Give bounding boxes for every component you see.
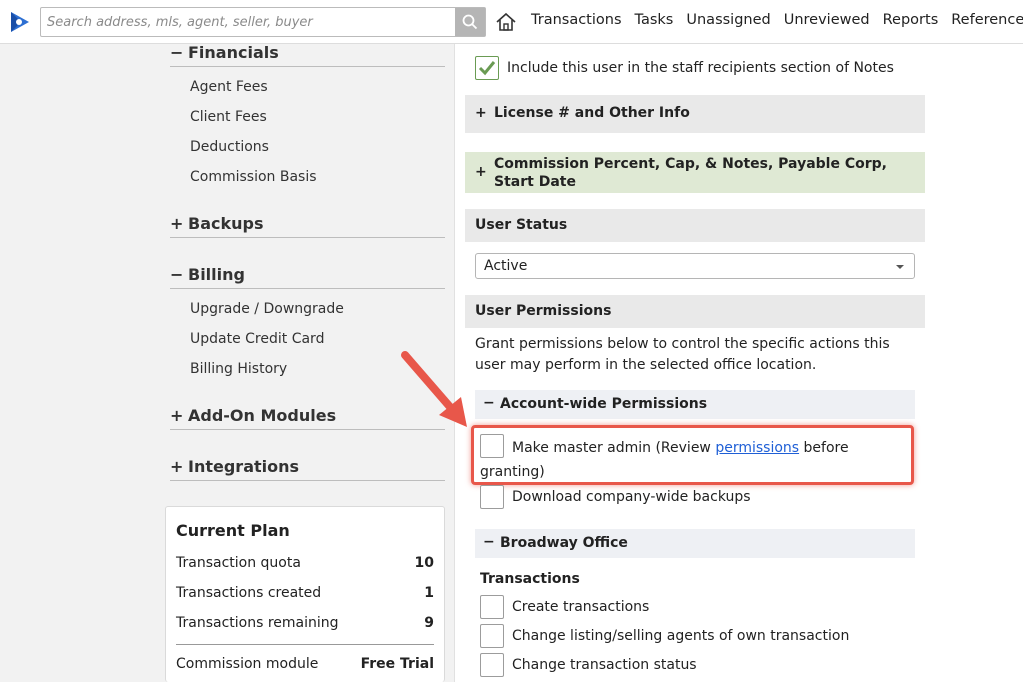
account-wide-label: Account-wide Permissions bbox=[500, 396, 708, 412]
section-label: Backups bbox=[188, 214, 264, 233]
nav-tasks[interactable]: Tasks bbox=[635, 12, 674, 28]
expand-icon: + bbox=[170, 406, 184, 425]
collapse-icon: − bbox=[170, 43, 184, 62]
transactions-heading: Transactions bbox=[480, 571, 580, 587]
change-status-checkbox[interactable] bbox=[480, 653, 504, 677]
nav-reference[interactable]: Reference bbox=[951, 12, 1023, 28]
sidebar-item-upgrade[interactable]: Upgrade / Downgrade bbox=[190, 301, 344, 317]
search-icon bbox=[462, 14, 478, 30]
plan-title: Current Plan bbox=[176, 521, 290, 540]
expand-icon: + bbox=[170, 214, 184, 233]
broadway-office-toggle[interactable]: − Broadway Office bbox=[475, 529, 915, 558]
section-financials[interactable]: − Financials bbox=[170, 43, 445, 67]
top-bar: Transactions Tasks Unassigned Unreviewed… bbox=[0, 0, 1023, 44]
user-permissions-title: User Permissions bbox=[475, 303, 612, 319]
create-transactions-checkbox[interactable] bbox=[480, 595, 504, 619]
change-status-label: Change transaction status bbox=[512, 657, 697, 673]
current-plan-card: Current Plan Transaction quota 10 Transac… bbox=[165, 506, 445, 682]
plan-row-remaining: Transactions remaining 9 bbox=[176, 615, 434, 631]
section-label: Billing bbox=[188, 265, 245, 284]
chevron-down-icon bbox=[896, 265, 904, 269]
change-agents-checkbox[interactable] bbox=[480, 624, 504, 648]
sidebar-item-client-fees[interactable]: Client Fees bbox=[190, 109, 267, 125]
search-box bbox=[40, 7, 486, 37]
commission-section-toggle[interactable]: + Commission Percent, Cap, & Notes, Paya… bbox=[465, 152, 925, 193]
sidebar-item-deductions[interactable]: Deductions bbox=[190, 139, 269, 155]
user-status-header: User Status bbox=[465, 209, 925, 242]
user-status-value: Active bbox=[484, 258, 528, 274]
account-wide-permissions-toggle[interactable]: − Account-wide Permissions bbox=[475, 390, 915, 419]
user-status-title: User Status bbox=[475, 217, 568, 233]
include-staff-checkbox[interactable] bbox=[475, 56, 499, 80]
download-backups-label: Download company-wide backups bbox=[512, 489, 751, 505]
home-icon[interactable] bbox=[495, 11, 517, 33]
collapse-icon: − bbox=[483, 395, 495, 411]
search-button[interactable] bbox=[455, 8, 485, 36]
broadway-office-label: Broadway Office bbox=[500, 535, 628, 551]
download-backups-checkbox[interactable] bbox=[480, 485, 504, 509]
section-label: Integrations bbox=[188, 457, 300, 476]
collapse-icon: − bbox=[170, 265, 184, 284]
section-billing[interactable]: − Billing bbox=[170, 265, 445, 289]
change-agents-label: Change listing/selling agents of own tra… bbox=[512, 628, 850, 644]
expand-icon: + bbox=[475, 105, 487, 121]
section-label: Add-On Modules bbox=[188, 406, 337, 425]
nav-unreviewed[interactable]: Unreviewed bbox=[784, 12, 870, 28]
logo-icon[interactable] bbox=[7, 9, 33, 35]
nav-transactions[interactable]: Transactions bbox=[531, 12, 622, 28]
section-backups[interactable]: + Backups bbox=[170, 214, 445, 238]
collapse-icon: − bbox=[483, 534, 495, 550]
nav-unassigned[interactable]: Unassigned bbox=[686, 12, 770, 28]
sidebar-item-commission-basis[interactable]: Commission Basis bbox=[190, 169, 317, 185]
expand-icon: + bbox=[475, 164, 487, 180]
sidebar-item-agent-fees[interactable]: Agent Fees bbox=[190, 79, 268, 95]
create-transactions-label: Create transactions bbox=[512, 599, 650, 615]
user-permissions-header: User Permissions bbox=[465, 295, 925, 328]
license-section-toggle[interactable]: + License # and Other Info bbox=[465, 95, 925, 133]
include-staff-label: Include this user in the staff recipient… bbox=[507, 60, 894, 76]
checkmark-icon bbox=[478, 61, 496, 76]
plan-divider bbox=[176, 644, 434, 645]
main-nav: Transactions Tasks Unassigned Unreviewed… bbox=[531, 12, 1023, 28]
license-section-label: License # and Other Info bbox=[494, 105, 690, 121]
master-admin-label: Make master admin (Review permissions be… bbox=[480, 440, 849, 480]
annotation-arrow-icon bbox=[401, 351, 467, 427]
commission-section-label: Commission Percent, Cap, & Notes, Payabl… bbox=[494, 156, 887, 190]
section-label: Financials bbox=[188, 43, 279, 62]
nav-reports[interactable]: Reports bbox=[883, 12, 939, 28]
plan-row-created: Transactions created 1 bbox=[176, 585, 434, 601]
plan-row-quota: Transaction quota 10 bbox=[176, 555, 434, 571]
permissions-link[interactable]: permissions bbox=[715, 440, 799, 456]
sidebar-item-update-card[interactable]: Update Credit Card bbox=[190, 331, 324, 347]
expand-icon: + bbox=[170, 457, 184, 476]
search-input[interactable] bbox=[41, 8, 456, 36]
permissions-description: Grant permissions below to control the s… bbox=[475, 336, 890, 373]
sidebar-item-billing-history[interactable]: Billing History bbox=[190, 361, 287, 377]
section-integrations[interactable]: + Integrations bbox=[170, 457, 445, 481]
plan-row-commission-module: Commission module Free Trial bbox=[176, 656, 434, 672]
user-status-select[interactable]: Active bbox=[475, 253, 915, 279]
